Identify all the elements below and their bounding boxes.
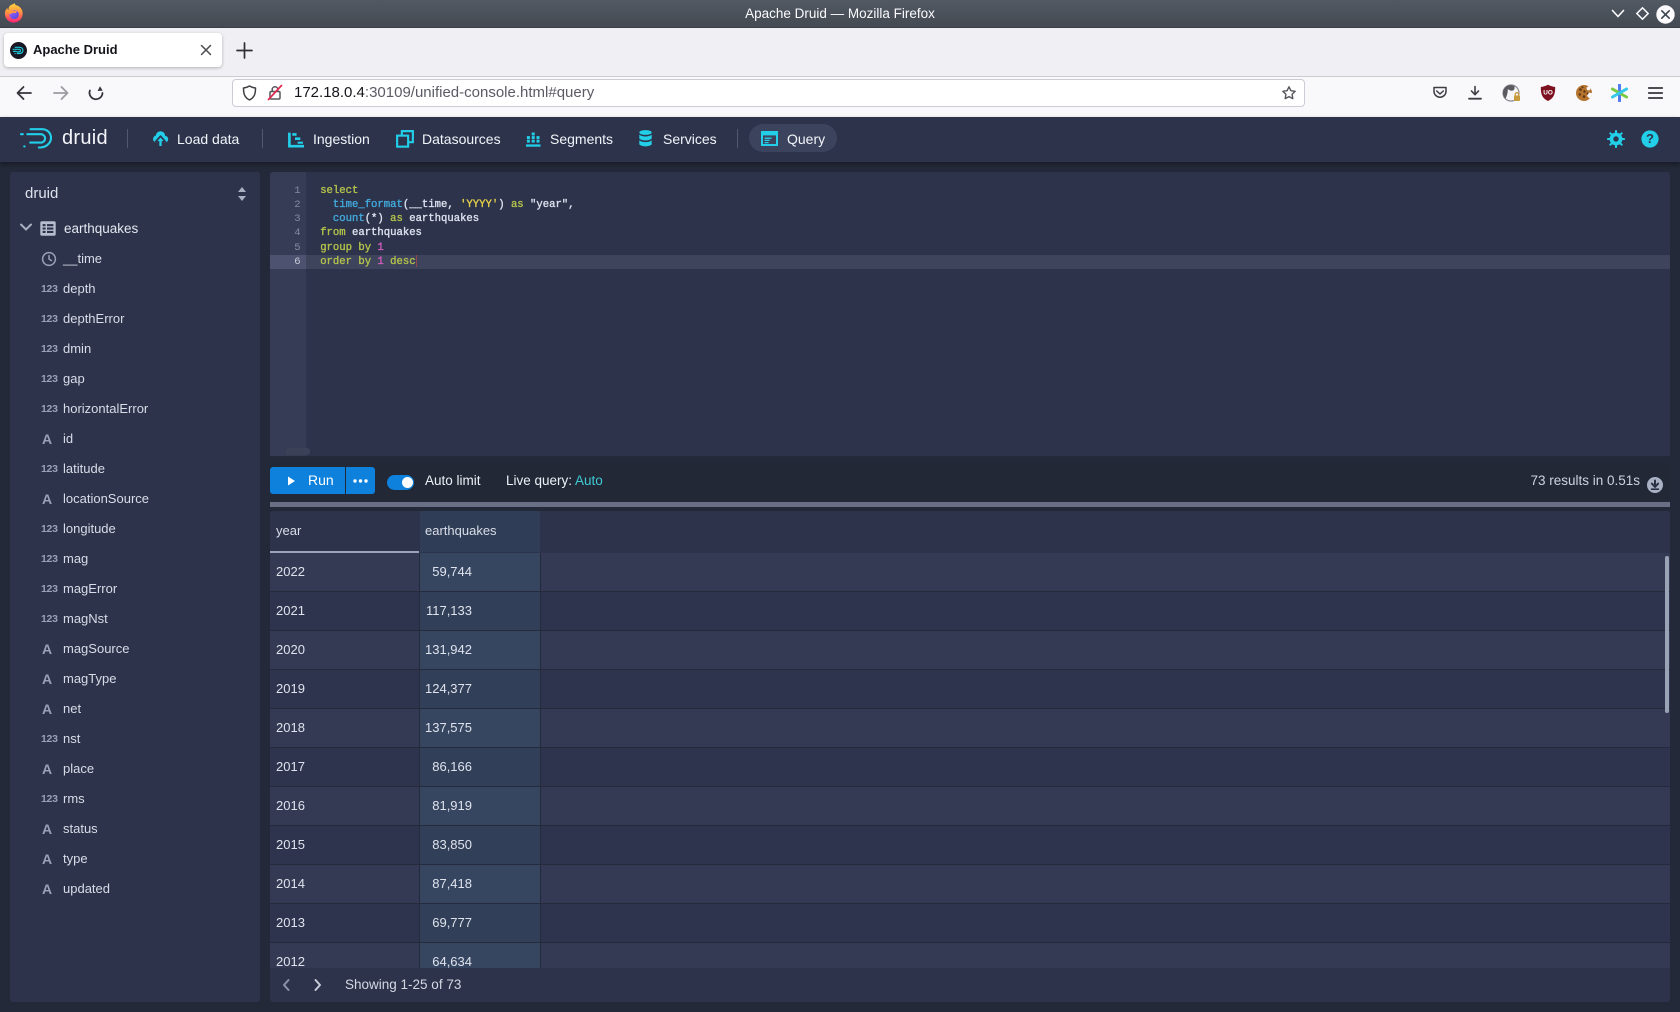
svg-text:?: ?	[1646, 131, 1654, 146]
svg-text:UO: UO	[1543, 90, 1553, 97]
